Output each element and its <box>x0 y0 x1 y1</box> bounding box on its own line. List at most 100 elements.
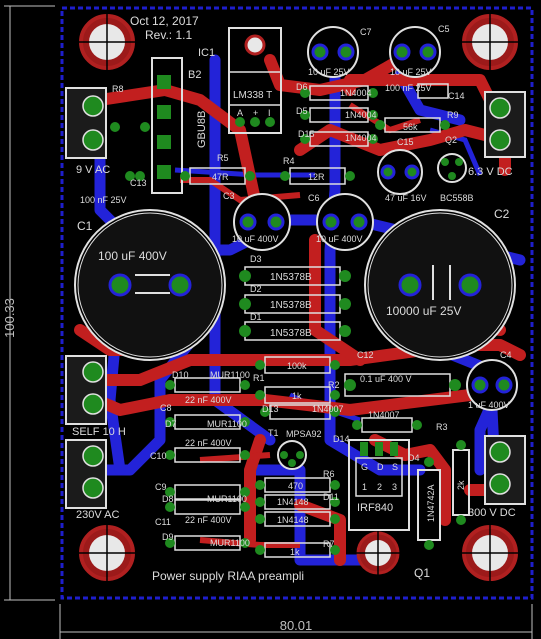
label-c12-val: 0.1 uF 400 V <box>360 374 412 384</box>
pcb-layout: 100.33 80.01 Oct 12, 2017 Rev.: 1.1 Powe… <box>2 5 534 639</box>
label-r5: R5 <box>217 153 229 163</box>
label-d3: D3 <box>250 254 262 264</box>
label-c5: C5 <box>438 24 450 34</box>
capacitor-c15 <box>377 149 423 195</box>
label-r5-val: 47R <box>212 172 229 182</box>
mounting-hole-bottom-right <box>462 525 518 581</box>
label-d4: D4 <box>408 453 420 463</box>
label-d11: D11 <box>323 492 339 502</box>
label-d10: D10 <box>172 370 189 380</box>
label-r9: R9 <box>447 110 459 120</box>
terminal-block-230vac <box>65 439 107 509</box>
label-bridge: GBU8B <box>196 111 208 148</box>
label-r4-val: 12R <box>308 172 325 182</box>
label-q1-g: G <box>361 462 368 472</box>
label-d8-val: MUR1100 <box>207 494 247 504</box>
label-r8: R8 <box>112 84 124 94</box>
label-d9: D9 <box>162 532 174 542</box>
label-d10-val: MUR1100 <box>210 370 250 380</box>
label-d7: D7 <box>165 419 177 429</box>
label-c15: C15 <box>397 137 414 147</box>
label-c12: C12 <box>357 350 374 360</box>
label-d3-val: 1N5378B <box>270 272 312 283</box>
label-c4: C4 <box>500 350 512 360</box>
terminal-block-9vac <box>65 87 107 159</box>
label-d5-val: 1N4004 <box>345 110 377 120</box>
label-reg-i: I <box>268 108 271 118</box>
mounting-hole-regulator <box>244 34 266 56</box>
label-d15-val: 1N4004 <box>345 133 377 143</box>
label-d2: D2 <box>250 284 262 294</box>
mounting-hole-top-right <box>462 14 518 70</box>
label-c13: C13 <box>130 178 147 188</box>
label-d2-val: 1N5378B <box>270 300 312 311</box>
label-r2: R2 <box>328 380 340 390</box>
label-d14: D14 <box>333 434 350 444</box>
label-d9-val: MUR1100 <box>210 538 250 548</box>
label-d11b-val: 1N4148 <box>277 515 309 525</box>
capacitor-c1 <box>74 209 226 361</box>
terminal-label-6v3dc: 6.3 V DC <box>468 166 513 178</box>
label-d1-val: 1N5378B <box>270 328 312 339</box>
mounting-hole-top-left <box>79 14 135 70</box>
terminal-block-6v3dc <box>484 91 526 158</box>
capacitor-c2 <box>364 209 516 361</box>
label-q1-val: IRF840 <box>357 502 393 514</box>
label-r1-val: 100k <box>287 361 307 371</box>
label-c5-val: 10 uF 25V <box>390 67 432 77</box>
transistor-t1 <box>277 440 307 470</box>
label-c1: C1 <box>77 219 93 233</box>
terminal-block-300vdc <box>484 435 526 505</box>
label-q2-val: BC558B <box>440 193 474 203</box>
terminal-label-230vac: 230V AC <box>76 509 119 521</box>
label-r1: R1 <box>253 373 265 383</box>
label-c8: C8 <box>160 403 172 413</box>
label-d11a-val: 1N4148 <box>277 497 309 507</box>
label-r7: R7 <box>323 539 335 549</box>
label-c10: C10 <box>150 451 167 461</box>
label-c1-val: 100 uF 400V <box>98 249 167 263</box>
label-r2-val: 1k <box>292 391 302 401</box>
label-c4-val: 1 uF 400V <box>468 400 510 410</box>
label-d4-val: 1N4742A <box>426 484 436 522</box>
label-c9: C9 <box>155 482 167 492</box>
label-reg-plus: + <box>253 108 258 118</box>
label-c8-val: 22 nF 400V <box>185 395 232 405</box>
label-c7: C7 <box>360 27 372 37</box>
transistor-q2 <box>437 153 467 183</box>
terminal-block-self <box>65 355 107 425</box>
label-c3-val: 10 uF 400V <box>232 234 279 244</box>
mounting-hole-bottom-left <box>79 525 135 581</box>
label-regulator: LM338 T <box>233 90 272 101</box>
label-t1: T1 <box>268 428 279 438</box>
label-c15-val: 47 uF 16V <box>385 193 427 203</box>
label-r6-val: 470 <box>288 481 303 491</box>
terminal-label-9vac: 9 V AC <box>76 164 110 176</box>
label-q1-pin2: 2 <box>377 482 382 492</box>
label-r6: R6 <box>323 469 335 479</box>
label-c14: C14 <box>448 91 465 101</box>
label-d8: D8 <box>162 494 174 504</box>
label-c13-val: 100 nF 25V <box>80 195 127 205</box>
label-q1-pin1: 1 <box>362 482 367 492</box>
label-d7-val: MUR1100 <box>207 419 247 429</box>
dimension-width: 80.01 <box>280 618 313 633</box>
label-t1-val: MPSA92 <box>286 429 322 439</box>
dimension-height: 100.33 <box>2 298 17 338</box>
terminal-label-self: SELF 10 H <box>72 426 126 438</box>
label-q1: Q1 <box>414 566 430 580</box>
label-c3: C3 <box>223 191 235 201</box>
label-c6: C6 <box>308 193 320 203</box>
label-q1-s: S <box>392 462 398 472</box>
label-c6-val: 10 uF 400V <box>316 234 363 244</box>
label-d6: D6 <box>296 82 308 92</box>
label-q1-d: D <box>377 462 384 472</box>
label-d12-val: 1N4007 <box>368 410 400 420</box>
label-c10-val: 22 nF 400V <box>185 438 232 448</box>
label-q1-pin3: 3 <box>392 482 397 492</box>
label-r9-val: 56k <box>403 122 418 132</box>
label-r7-val: 1k <box>290 547 300 557</box>
label-b2: B2 <box>188 69 201 81</box>
date-label: Oct 12, 2017 <box>130 14 199 28</box>
label-c7-val: 10 uF 25V <box>308 67 350 77</box>
